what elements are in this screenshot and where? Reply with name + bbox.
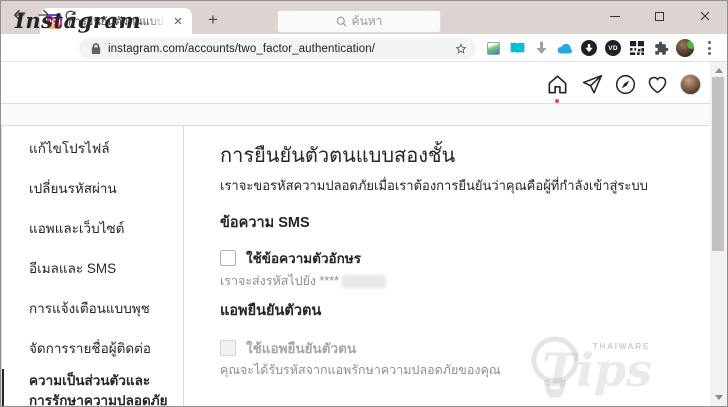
scroll-up-icon[interactable] [715,68,723,73]
extensions-puzzle-icon[interactable] [649,36,673,60]
direct-messages-icon[interactable] [581,73,604,96]
watermark-text: Tips [542,343,652,397]
auth-app-description: คุณจะได้รับรหัสจากแอพรักษาความปลอดภัยของ… [220,363,501,377]
thaiware-tips-watermark: THAIWARE Tips [524,330,652,404]
scrollbar-thumb[interactable] [712,77,724,251]
close-button[interactable] [682,1,727,31]
page-subtitle: เราจะขอรหัสความปลอดภัยเมื่อเราต้องการยืน… [220,178,648,193]
vd-extension-icon[interactable]: VD [601,36,625,60]
url-text: instagram.com/accounts/two_factor_authen… [108,42,375,55]
cloud-extension-icon[interactable] [553,36,577,60]
tab-close-icon[interactable] [171,14,185,28]
screenshot-extension-icon[interactable] [481,36,505,60]
explore-icon[interactable] [614,73,637,96]
window-controls [592,1,727,31]
sidebar-item-privacy-security[interactable]: ความเป็นส่วนตัวและการรักษาความปลอดภัย [2,369,183,406]
search-placeholder: ค้นหา [351,14,383,28]
sms-checkbox-row: ใช้ข้อความตัวอักษร [220,247,361,269]
sidebar-item-edit-profile[interactable]: แก้ไขโปรไฟล์ [2,129,183,169]
auth-app-checkbox-row: ใช้แอพยืนยันตัวตน [220,337,356,359]
chrome-menu-kebab-icon[interactable] [697,36,721,60]
bookmark-star-icon[interactable] [454,42,468,56]
minimize-button[interactable] [592,1,637,31]
extension-row: VD [481,34,721,62]
settings-sidebar: แก้ไขโปรไฟล์ เปลี่ยนรหัสผ่าน แอพและเว็บไ… [2,126,184,406]
lightbulb-icon [531,336,579,398]
scroll-down-icon[interactable] [715,395,723,400]
search-icon [336,16,347,27]
page-title: การยืนยันตัวตนแบบสองชั้น [220,145,456,167]
watermark-brand: THAIWARE [592,341,650,351]
book-extension-icon[interactable] [505,36,529,60]
main-content: การยืนยันตัวตนแบบสองชั้น เราจะขอรหัสความ… [185,126,710,406]
download-arrow-extension-icon[interactable] [529,36,553,60]
sms-checkbox[interactable] [220,250,236,266]
sms-description: เราจะส่งรหัสไปยัง **** [220,271,386,291]
sidebar-item-apps-websites[interactable]: แอพและเว็บไซต์ [2,209,183,249]
redacted-phone-number [341,274,386,288]
home-icon[interactable] [546,73,569,96]
notification-dot [555,99,559,103]
auth-app-section-heading: แอพยืนยันตัวตน [220,303,322,319]
sidebar-item-email-sms[interactable]: อีเมลและ SMS [2,249,183,289]
address-bar[interactable]: instagram.com/accounts/two_factor_authen… [79,38,476,59]
sms-section-heading: ข้อความ SMS [220,215,310,231]
auth-app-checkbox[interactable] [220,340,236,356]
downloader-circle-extension-icon[interactable] [577,36,601,60]
settings-panel: แก้ไขโปรไฟล์ เปลี่ยนรหัสผ่าน แอพและเว็บไ… [1,125,711,406]
search-input[interactable]: ค้นหา [277,10,441,33]
auth-app-checkbox-label[interactable]: ใช้แอพยืนยันตัวตน [246,337,356,359]
profile-avatar[interactable] [680,74,701,95]
sms-checkbox-label[interactable]: ใช้ข้อความตัวอักษร [246,247,361,269]
new-tab-button[interactable]: + [201,8,225,32]
sidebar-item-push-notifications[interactable]: การแจ้งเตือนแบบพุช [2,289,183,329]
browser-profile-avatar[interactable] [673,36,697,60]
lock-icon [91,42,101,54]
page-scrollbar[interactable] [710,62,727,406]
instagram-navbar [1,62,712,104]
sidebar-item-change-password[interactable]: เปลี่ยนรหัสผ่าน [2,169,183,209]
qr-code-extension-icon[interactable] [625,36,649,60]
instagram-logo[interactable]: Instagram [15,8,141,33]
maximize-button[interactable] [637,1,682,31]
browser-window: การยืนยันตัวตนแบบสองชั้น • Instagram + i… [0,0,728,407]
sidebar-item-manage-contacts[interactable]: จัดการรายชื่อผู้ติดต่อ [2,329,183,369]
activity-heart-icon[interactable] [646,73,669,96]
